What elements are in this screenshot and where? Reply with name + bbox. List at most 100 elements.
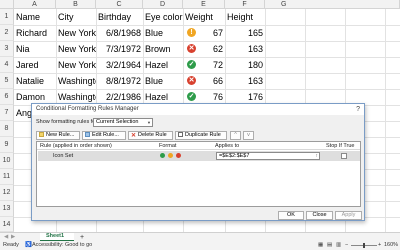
show-rules-select[interactable]: Current Selection ▼ bbox=[93, 118, 153, 127]
sheet-tab-bar: ◀ ▶ Sheet1 + bbox=[0, 232, 400, 242]
rules-list[interactable]: Rule (applied in order shown) Format App… bbox=[36, 141, 361, 207]
column-header-a[interactable]: A bbox=[14, 0, 56, 9]
applies-to-field[interactable]: =$E$2:$E$7 ↑ bbox=[216, 152, 320, 160]
show-rules-label: Show formatting rules for: bbox=[36, 119, 99, 125]
header-name[interactable]: Name bbox=[16, 9, 40, 25]
edit-rule-label: Edit Rule... bbox=[92, 132, 119, 138]
new-rule-button[interactable]: New Rule... bbox=[36, 131, 80, 140]
row-header-3[interactable]: 3 bbox=[0, 41, 14, 57]
row-header-6[interactable]: 6 bbox=[0, 89, 14, 105]
edit-rule-button[interactable]: Edit Rule... bbox=[82, 131, 126, 140]
applies-to-column-header: Applies to bbox=[215, 143, 240, 149]
zoom-slider-thumb[interactable] bbox=[363, 243, 365, 248]
move-up-button[interactable]: ^ bbox=[230, 131, 241, 140]
cell-city[interactable]: New York bbox=[58, 57, 96, 73]
delete-rule-button[interactable]: ✕ Delete Rule bbox=[128, 131, 173, 140]
header-eye-color[interactable]: Eye color bbox=[145, 9, 183, 25]
row-header-9[interactable]: 9 bbox=[0, 137, 14, 153]
cell-name[interactable]: Natalie bbox=[16, 73, 44, 89]
yellow-warning-icon: ! bbox=[187, 28, 196, 37]
zoom-in-icon[interactable]: + bbox=[378, 241, 381, 250]
row-header-12[interactable]: 12 bbox=[0, 185, 14, 201]
cell-birthday[interactable]: 7/3/1972 bbox=[96, 41, 141, 57]
row-header-10[interactable]: 10 bbox=[0, 153, 14, 169]
apply-button[interactable]: Apply bbox=[335, 211, 362, 220]
move-down-button[interactable]: v bbox=[243, 131, 254, 140]
edit-rule-icon bbox=[85, 132, 90, 137]
cell-eye-color[interactable]: Blue bbox=[145, 73, 163, 89]
cell-birthday[interactable]: 6/8/1968 bbox=[96, 25, 141, 41]
column-header-f[interactable]: F bbox=[225, 0, 265, 9]
cell-height[interactable]: 163 bbox=[225, 41, 263, 57]
column-header-d[interactable]: D bbox=[143, 0, 183, 9]
red-circle-icon bbox=[176, 153, 181, 158]
cell-height[interactable]: 163 bbox=[225, 73, 263, 89]
column-header-b[interactable]: B bbox=[56, 0, 96, 9]
delete-rule-label: Delete Rule bbox=[138, 132, 167, 138]
new-rule-icon bbox=[39, 132, 44, 137]
cell-city[interactable]: New York bbox=[58, 41, 96, 57]
green-circle-icon bbox=[160, 153, 165, 158]
rule-name: Icon Set bbox=[53, 153, 74, 159]
yellow-circle-icon bbox=[168, 153, 173, 158]
zoom-out-icon[interactable]: − bbox=[345, 241, 348, 250]
cell-birthday[interactable]: 8/8/1972 bbox=[96, 73, 141, 89]
cell-eye-color[interactable]: Hazel bbox=[145, 57, 168, 73]
dialog-title[interactable]: Conditional Formatting Rules Manager bbox=[32, 104, 364, 115]
range-picker-icon[interactable]: ↑ bbox=[316, 153, 319, 160]
cell-name[interactable]: Jared bbox=[16, 57, 39, 73]
new-rule-label: New Rule... bbox=[46, 132, 75, 138]
cell-name[interactable]: Nia bbox=[16, 41, 30, 57]
rules-list-header: Rule (applied in order shown) Format App… bbox=[37, 142, 360, 150]
normal-view-icon[interactable]: ▦ bbox=[318, 241, 323, 250]
row-header-4[interactable]: 4 bbox=[0, 57, 14, 73]
delete-icon: ✕ bbox=[131, 133, 137, 139]
rule-row-icon-set[interactable]: Icon Set =$E$2:$E$7 ↑ bbox=[38, 151, 360, 161]
sheet-tab-label: Sheet1 bbox=[46, 233, 65, 239]
close-button[interactable]: Close bbox=[306, 211, 333, 220]
row-header-8[interactable]: 8 bbox=[0, 121, 14, 137]
zoom-level[interactable]: 160% bbox=[384, 241, 398, 250]
header-city[interactable]: City bbox=[58, 9, 74, 25]
stop-if-true-checkbox[interactable] bbox=[341, 153, 347, 159]
red-cross-icon: ✕ bbox=[187, 44, 196, 53]
rule-column-header: Rule (applied in order shown) bbox=[40, 143, 112, 149]
page-layout-icon[interactable]: ▤ bbox=[327, 241, 332, 250]
row-header-11[interactable]: 11 bbox=[0, 169, 14, 185]
duplicate-rule-button[interactable]: Duplicate Rule bbox=[175, 131, 227, 140]
cell-eye-color[interactable]: Blue bbox=[145, 25, 163, 41]
row-header-1[interactable]: 1 bbox=[0, 9, 14, 25]
cell-height[interactable]: 165 bbox=[225, 25, 263, 41]
row-header-13[interactable]: 13 bbox=[0, 201, 14, 217]
row-header-14[interactable]: 14 bbox=[0, 217, 14, 232]
cell-height[interactable]: 180 bbox=[225, 57, 263, 73]
cell-city[interactable]: Washington bbox=[58, 73, 96, 89]
cell-city[interactable]: New York bbox=[58, 25, 96, 41]
conditional-formatting-dialog: Conditional Formatting Rules Manager ? S… bbox=[31, 103, 365, 221]
page-break-icon[interactable]: ▥ bbox=[336, 241, 341, 250]
select-all-corner[interactable] bbox=[0, 0, 14, 9]
row-header-7[interactable]: 7 bbox=[0, 105, 14, 121]
stop-if-true-column-header: Stop If True bbox=[326, 143, 355, 149]
row-header-5[interactable]: 5 bbox=[0, 73, 14, 89]
accessibility-icon: ♿ bbox=[25, 242, 32, 248]
column-header-g[interactable]: G bbox=[265, 0, 400, 9]
header-birthday[interactable]: Birthday bbox=[98, 9, 131, 25]
help-button[interactable]: ? bbox=[356, 104, 360, 115]
status-bar: Ready ♿ Accessibility: Good to go ▦ ▤ ▥ … bbox=[0, 241, 400, 250]
applies-to-value: =$E$2:$E$7 bbox=[219, 153, 250, 159]
chevron-down-icon: ▼ bbox=[147, 120, 151, 125]
cell-birthday[interactable]: 3/2/1964 bbox=[96, 57, 141, 73]
header-weight[interactable]: Weight bbox=[185, 9, 213, 25]
format-column-header: Format bbox=[159, 143, 177, 149]
cell-eye-color[interactable]: Brown bbox=[145, 41, 171, 57]
column-header-e[interactable]: E bbox=[183, 0, 225, 9]
row-header-2[interactable]: 2 bbox=[0, 25, 14, 41]
accessibility-status[interactable]: Accessibility: Good to go bbox=[32, 241, 92, 250]
header-height[interactable]: Height bbox=[227, 9, 253, 25]
cell-name[interactable]: Richard bbox=[16, 25, 47, 41]
ok-button[interactable]: OK bbox=[278, 211, 304, 220]
show-rules-value: Current Selection bbox=[96, 119, 139, 125]
green-check-icon: ✓ bbox=[187, 60, 196, 69]
column-header-c[interactable]: C bbox=[96, 0, 143, 9]
